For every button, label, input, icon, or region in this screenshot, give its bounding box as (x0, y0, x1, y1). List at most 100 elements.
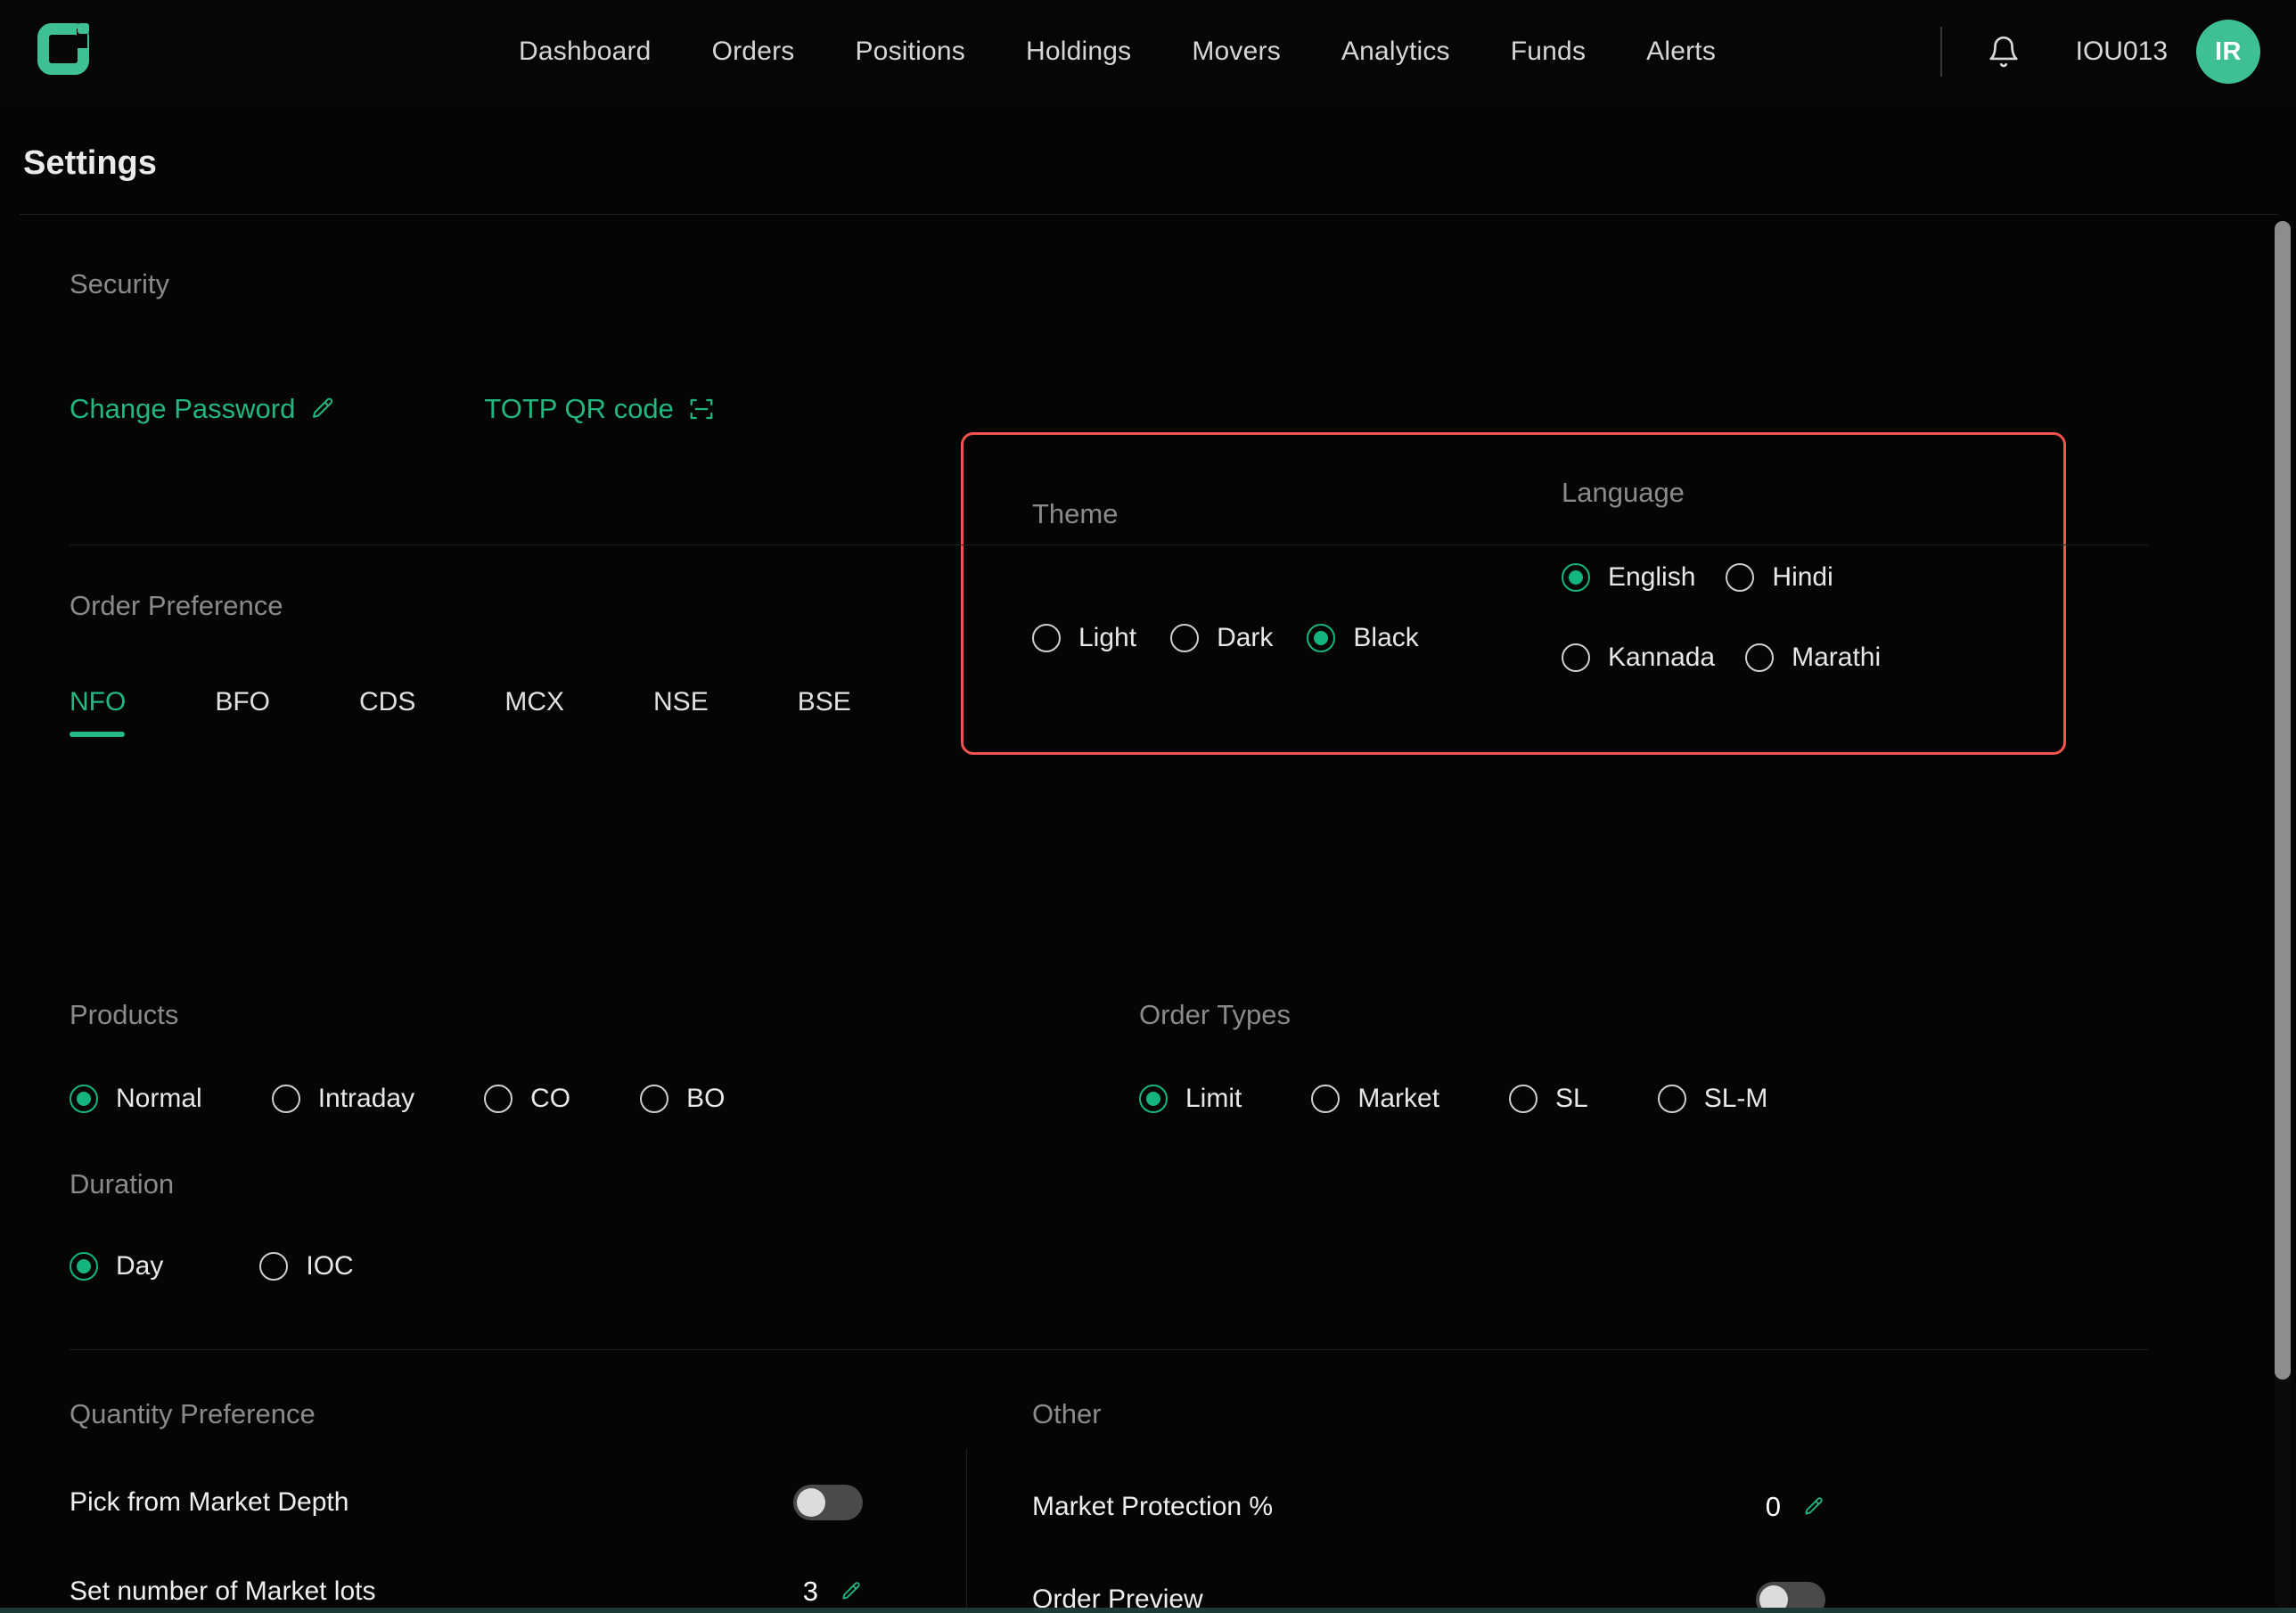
radio-circle (1657, 1085, 1686, 1113)
language-option-label: English (1608, 562, 1696, 592)
theme-options: Light Dark Black (1032, 623, 1419, 653)
tab-mcx[interactable]: MCX (504, 687, 564, 737)
totp-qr-label: TOTP QR code (484, 393, 674, 424)
nav-item-movers[interactable]: Movers (1161, 37, 1311, 67)
security-links: Change Password TOTP QR code (70, 393, 715, 425)
nav-item-orders[interactable]: Orders (682, 37, 825, 67)
theme-option-label: Light (1078, 623, 1137, 652)
language-option-english[interactable]: English (1562, 562, 1695, 593)
duration-option-ioc[interactable]: IOC (259, 1251, 354, 1281)
product-option-label: BO (686, 1084, 726, 1113)
header-divider (1939, 27, 1942, 77)
market-protection-value: 0 (1765, 1491, 1781, 1522)
product-option-bo[interactable]: BO (640, 1084, 725, 1114)
theme-option-black[interactable]: Black (1307, 623, 1419, 653)
avatar[interactable]: IR (2196, 20, 2260, 84)
duration-option-day[interactable]: Day (70, 1251, 163, 1281)
tab-bse[interactable]: BSE (798, 687, 851, 737)
radio-circle (640, 1085, 669, 1113)
row-qty-pick-market-depth: Pick from Market Depth (70, 1485, 863, 1520)
radio-circle (1509, 1085, 1538, 1113)
duration-options: Day IOC (70, 1251, 450, 1281)
radio-circle-selected (1562, 563, 1590, 592)
header-right-cluster: IOU013 IR (1939, 0, 2260, 103)
radio-circle (1032, 624, 1061, 652)
order-type-option-sl[interactable]: SL (1509, 1084, 1588, 1114)
theme-option-dark[interactable]: Dark (1170, 623, 1273, 653)
product-option-intraday[interactable]: Intraday (271, 1084, 415, 1114)
language-option-kannada[interactable]: Kannada (1562, 643, 1715, 673)
product-option-normal[interactable]: Normal (70, 1084, 202, 1114)
radio-circle (1562, 643, 1590, 672)
exchange-tabs: NFO BFO CDS MCX NSE BSE (70, 687, 940, 737)
radio-circle-selected (1307, 624, 1336, 652)
radio-circle (1170, 624, 1200, 652)
product-option-label: Normal (116, 1084, 202, 1113)
toggle-qty-pick-market-depth[interactable] (793, 1485, 863, 1520)
nav-item-positions[interactable]: Positions (824, 37, 996, 67)
radio-circle (259, 1252, 289, 1281)
nav-item-alerts[interactable]: Alerts (1616, 37, 1746, 67)
language-heading: Language (1562, 477, 1685, 508)
duration-heading: Duration (70, 1168, 175, 1200)
radio-circle (271, 1085, 300, 1113)
language-option-hindi[interactable]: Hindi (1726, 562, 1833, 593)
product-option-label: Intraday (317, 1084, 415, 1113)
tab-nse[interactable]: NSE (653, 687, 709, 737)
bell-icon[interactable] (1987, 34, 2021, 70)
order-type-option-limit[interactable]: Limit (1139, 1084, 1242, 1114)
bottom-accent-bar (0, 1608, 2296, 1613)
vertical-scrollbar[interactable] (2275, 221, 2291, 1608)
settings-body: Security Change Password TOTP QR code Th… (0, 215, 2296, 1613)
appearance-highlight-box (961, 432, 2066, 755)
row-market-lots: Set number of Market lots 3 (70, 1576, 863, 1608)
order-type-option-label: SL-M (1703, 1084, 1768, 1113)
main-navigation: Dashboard Orders Positions Holdings Move… (488, 0, 1746, 103)
radio-circle (1726, 563, 1755, 592)
order-types-heading: Order Types (1139, 999, 1292, 1030)
user-id-label: IOU013 (2075, 37, 2168, 66)
theme-option-label: Dark (1217, 623, 1274, 652)
product-option-label: CO (530, 1084, 571, 1113)
order-type-option-slm[interactable]: SL-M (1657, 1084, 1768, 1114)
section-divider-1 (70, 544, 2148, 545)
language-option-marathi[interactable]: Marathi (1745, 643, 1881, 673)
theme-option-light[interactable]: Light (1032, 623, 1136, 653)
pencil-icon[interactable] (840, 1580, 863, 1603)
section-divider-2 (70, 1349, 2148, 1350)
other-heading: Other (1032, 1398, 1102, 1429)
row-label: Pick from Market Depth (70, 1487, 349, 1517)
nav-item-analytics[interactable]: Analytics (1311, 37, 1480, 67)
column-divider (966, 1449, 967, 1613)
products-heading: Products (70, 999, 179, 1030)
radio-circle (1745, 643, 1775, 672)
language-options-row-2: Kannada Marathi (1562, 643, 1881, 673)
tab-bfo[interactable]: BFO (215, 687, 270, 737)
tab-cds[interactable]: CDS (359, 687, 415, 737)
security-heading: Security (70, 268, 169, 299)
product-option-co[interactable]: CO (484, 1084, 570, 1114)
pencil-icon[interactable] (1802, 1495, 1825, 1519)
language-options-row-1: English Hindi (1562, 562, 1833, 593)
products-options: Normal Intraday CO BO (70, 1084, 794, 1114)
totp-qr-link[interactable]: TOTP QR code (484, 393, 715, 425)
nav-item-holdings[interactable]: Holdings (996, 37, 1161, 67)
app-logo-icon[interactable] (37, 23, 94, 80)
radio-circle-selected (1139, 1085, 1168, 1113)
nav-item-funds[interactable]: Funds (1480, 37, 1616, 67)
radio-circle-selected (70, 1252, 98, 1281)
market-lots-value-group: 3 (803, 1576, 863, 1608)
settings-page: Dashboard Orders Positions Holdings Move… (0, 0, 2296, 1613)
market-lots-value: 3 (802, 1576, 818, 1607)
radio-circle (484, 1085, 513, 1113)
language-option-label: Hindi (1772, 562, 1833, 592)
tab-nfo[interactable]: NFO (70, 687, 126, 737)
nav-item-dashboard[interactable]: Dashboard (488, 37, 682, 67)
scrollbar-thumb[interactable] (2275, 221, 2291, 1380)
row-label: Set number of Market lots (70, 1576, 376, 1606)
order-type-option-label: SL (1555, 1084, 1588, 1113)
order-type-option-market[interactable]: Market (1311, 1084, 1439, 1114)
quantity-preference-heading: Quantity Preference (70, 1398, 316, 1429)
change-password-link[interactable]: Change Password (70, 393, 336, 425)
language-option-label: Marathi (1792, 643, 1882, 672)
